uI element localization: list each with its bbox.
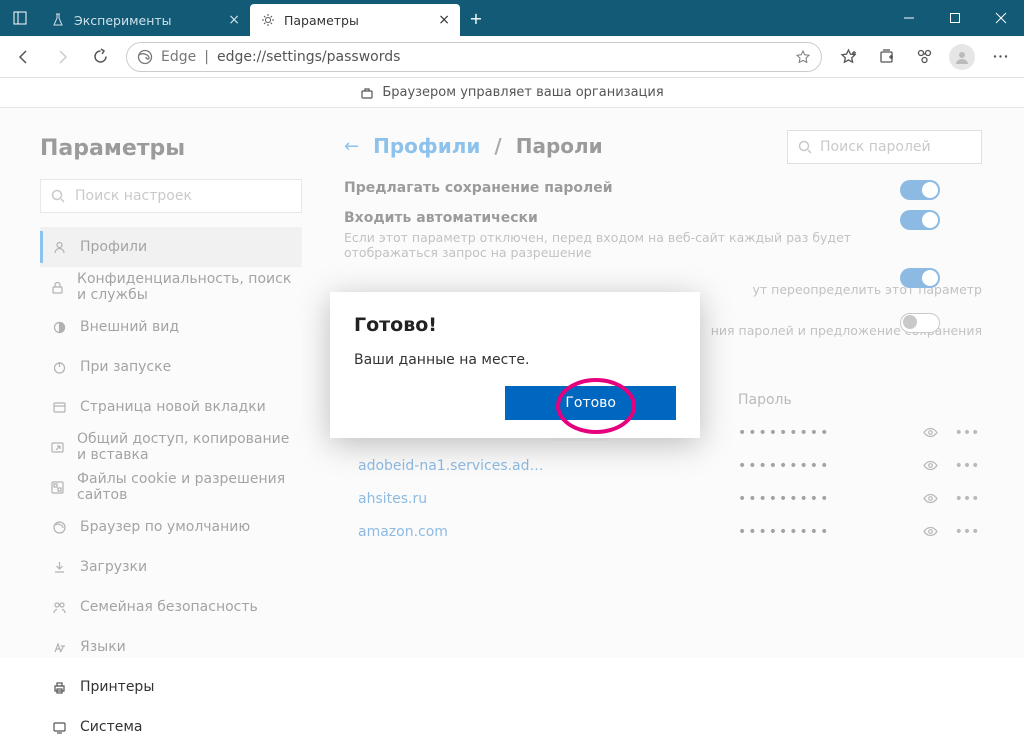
tab-settings[interactable]: Параметры × [250, 4, 460, 36]
close-icon[interactable]: × [438, 12, 450, 28]
tab-experiments[interactable]: Эксперименты × [40, 4, 250, 36]
sidebar-item-printers[interactable]: Принтеры [40, 667, 302, 707]
done-button[interactable]: Готово [505, 386, 676, 420]
new-tab-button[interactable]: + [460, 9, 492, 28]
forward-button[interactable] [44, 39, 80, 75]
edge-label: Edge [161, 49, 196, 65]
window-minimize-button[interactable] [886, 0, 932, 36]
window-titlebar: Эксперименты × Параметры × + [0, 0, 1024, 36]
dialog-title: Готово! [354, 314, 676, 336]
managed-info-bar: Браузером управляет ваша организация [0, 78, 1024, 108]
browser-toolbar: Edge | edge://settings/passwords [0, 36, 1024, 78]
system-icon [50, 720, 68, 735]
flask-icon [50, 12, 66, 28]
done-dialog: Готово! Ваши данные на месте. Готово [330, 292, 700, 438]
collections-button[interactable] [868, 39, 904, 75]
refresh-button[interactable] [82, 39, 118, 75]
address-bar[interactable]: Edge | edge://settings/passwords [126, 42, 822, 72]
gear-icon [260, 12, 276, 28]
back-button[interactable] [6, 39, 42, 75]
favorites-button[interactable] [830, 39, 866, 75]
url-text: edge://settings/passwords [217, 49, 400, 65]
extensions-button[interactable] [906, 39, 942, 75]
window-close-button[interactable] [978, 0, 1024, 36]
tab-label: Эксперименты [74, 13, 172, 28]
tab-label: Параметры [284, 13, 359, 28]
managed-text: Браузером управляет ваша организация [382, 85, 663, 100]
window-maximize-button[interactable] [932, 0, 978, 36]
sidebar-item-system[interactable]: Система [40, 707, 302, 747]
star-icon[interactable] [795, 49, 811, 65]
briefcase-icon [360, 86, 374, 100]
menu-button[interactable] [982, 39, 1018, 75]
dialog-body: Ваши данные на месте. [354, 352, 676, 368]
profile-button[interactable] [944, 39, 980, 75]
edge-icon [137, 49, 153, 65]
close-icon[interactable]: × [228, 12, 240, 28]
printer-icon [50, 680, 68, 695]
app-menu-icon[interactable] [0, 11, 40, 25]
